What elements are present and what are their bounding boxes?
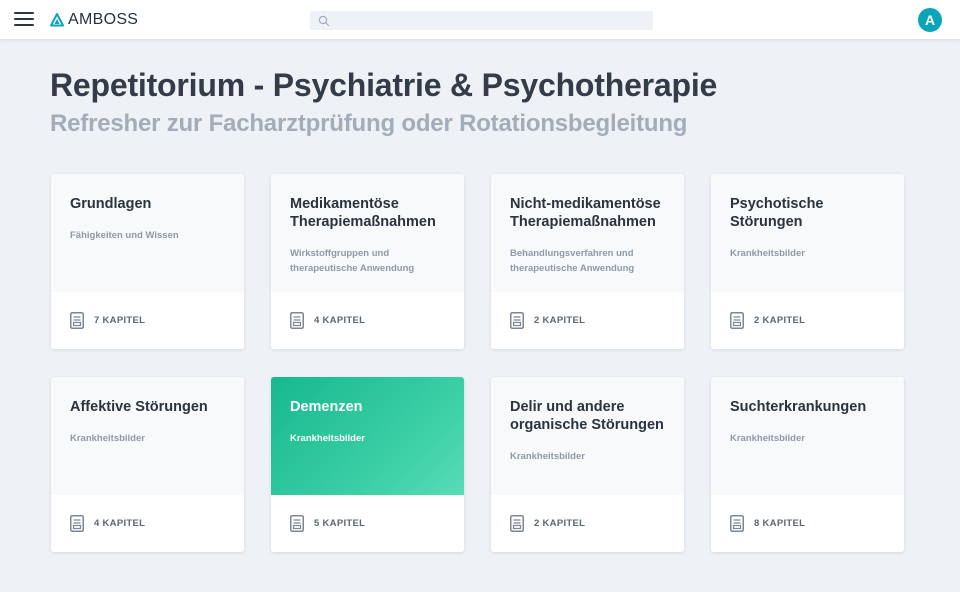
card-description: Krankheitsbilder xyxy=(290,433,365,444)
card-footer: 2 KAPITEL xyxy=(491,292,684,349)
card-header: Demenzen Krankheitsbilder xyxy=(271,377,464,495)
category-grid: Grundlagen Fähigkeiten und Wissen 7 KAPI… xyxy=(51,174,904,552)
top-bar: AMBOSS A xyxy=(0,0,960,40)
chapter-count: 7 KAPITEL xyxy=(94,315,146,326)
search-bar[interactable] xyxy=(310,11,653,30)
card-footer: 4 KAPITEL xyxy=(51,495,244,552)
chapter-count: 8 KAPITEL xyxy=(754,518,806,529)
chapter-count: 4 KAPITEL xyxy=(94,518,146,529)
document-icon xyxy=(290,312,304,329)
card-header: Suchterkrankungen Krankheitsbilder xyxy=(711,377,904,495)
category-card-demenzen[interactable]: Demenzen Krankheitsbilder 5 KAPITEL xyxy=(271,377,464,552)
card-footer: 4 KAPITEL xyxy=(271,292,464,349)
card-description: Krankheitsbilder xyxy=(730,433,805,444)
chapter-count: 2 KAPITEL xyxy=(754,315,806,326)
category-card-suchterkrankungen[interactable]: Suchterkrankungen Krankheitsbilder 8 KAP… xyxy=(711,377,904,552)
card-header: Delir und andere organische Störungen Kr… xyxy=(491,377,684,495)
card-title: Affektive Störungen xyxy=(70,399,208,415)
category-card-psychotische-stoerungen[interactable]: Psychotische Störungen Krankheitsbilder … xyxy=(711,174,904,349)
document-icon xyxy=(70,515,84,532)
card-title: Medikamentöse Therapiemaßnahmen xyxy=(290,196,436,230)
card-description: Krankheitsbilder xyxy=(70,433,145,444)
document-icon xyxy=(510,515,524,532)
page-subtitle: Refresher zur Facharztprüfung oder Rotat… xyxy=(50,110,688,137)
card-title: Suchterkrankungen xyxy=(730,399,867,415)
category-card-affektive-stoerungen[interactable]: Affektive Störungen Krankheitsbilder 4 K… xyxy=(51,377,244,552)
amboss-logo-icon xyxy=(50,13,64,27)
card-title: Grundlagen xyxy=(70,196,152,212)
card-title: Delir und andere organische Störungen xyxy=(510,399,664,433)
category-card-delir[interactable]: Delir und andere organische Störungen Kr… xyxy=(491,377,684,552)
card-header: Affektive Störungen Krankheitsbilder xyxy=(51,377,244,495)
chapter-count: 2 KAPITEL xyxy=(534,518,586,529)
hamburger-menu-icon[interactable] xyxy=(14,12,34,28)
card-footer: 7 KAPITEL xyxy=(51,292,244,349)
category-card-grundlagen[interactable]: Grundlagen Fähigkeiten und Wissen 7 KAPI… xyxy=(51,174,244,349)
card-description: Krankheitsbilder xyxy=(510,451,585,462)
page-title: Repetitorium - Psychiatrie & Psychothera… xyxy=(50,67,718,103)
card-title: Nicht-medikamentöse Therapiemaßnahmen xyxy=(510,196,661,230)
document-icon xyxy=(70,312,84,329)
card-header: Grundlagen Fähigkeiten und Wissen xyxy=(51,174,244,292)
card-footer: 8 KAPITEL xyxy=(711,495,904,552)
card-header: Psychotische Störungen Krankheitsbilder xyxy=(711,174,904,292)
search-icon xyxy=(318,15,330,26)
card-title: Demenzen xyxy=(290,399,363,415)
category-card-medikamentoese-therapie[interactable]: Medikamentöse Therapiemaßnahmen Wirkstof… xyxy=(271,174,464,349)
card-footer: 5 KAPITEL xyxy=(271,495,464,552)
brand-name: AMBOSS xyxy=(68,11,139,28)
card-header: Nicht-medikamentöse Therapiemaßnahmen Be… xyxy=(491,174,684,292)
document-icon xyxy=(290,515,304,532)
document-icon xyxy=(730,312,744,329)
card-description: Krankheitsbilder xyxy=(730,248,805,259)
category-card-nicht-medikamentoese-therapie[interactable]: Nicht-medikamentöse Therapiemaßnahmen Be… xyxy=(491,174,684,349)
chapter-count: 4 KAPITEL xyxy=(314,315,366,326)
document-icon xyxy=(730,515,744,532)
card-description: Wirkstoffgruppen und therapeutische Anwe… xyxy=(290,248,415,274)
card-header: Medikamentöse Therapiemaßnahmen Wirkstof… xyxy=(271,174,464,292)
user-avatar[interactable]: A xyxy=(918,8,942,32)
chapter-count: 5 KAPITEL xyxy=(314,518,366,529)
document-icon xyxy=(510,312,524,329)
card-title: Psychotische Störungen xyxy=(730,196,824,230)
card-footer: 2 KAPITEL xyxy=(711,292,904,349)
card-description: Fähigkeiten und Wissen xyxy=(70,230,179,241)
search-input[interactable] xyxy=(330,11,653,30)
card-footer: 2 KAPITEL xyxy=(491,495,684,552)
chapter-count: 2 KAPITEL xyxy=(534,315,586,326)
amboss-logo[interactable]: AMBOSS xyxy=(50,10,138,30)
card-description: Behandlungsverfahren und therapeutische … xyxy=(510,248,635,274)
